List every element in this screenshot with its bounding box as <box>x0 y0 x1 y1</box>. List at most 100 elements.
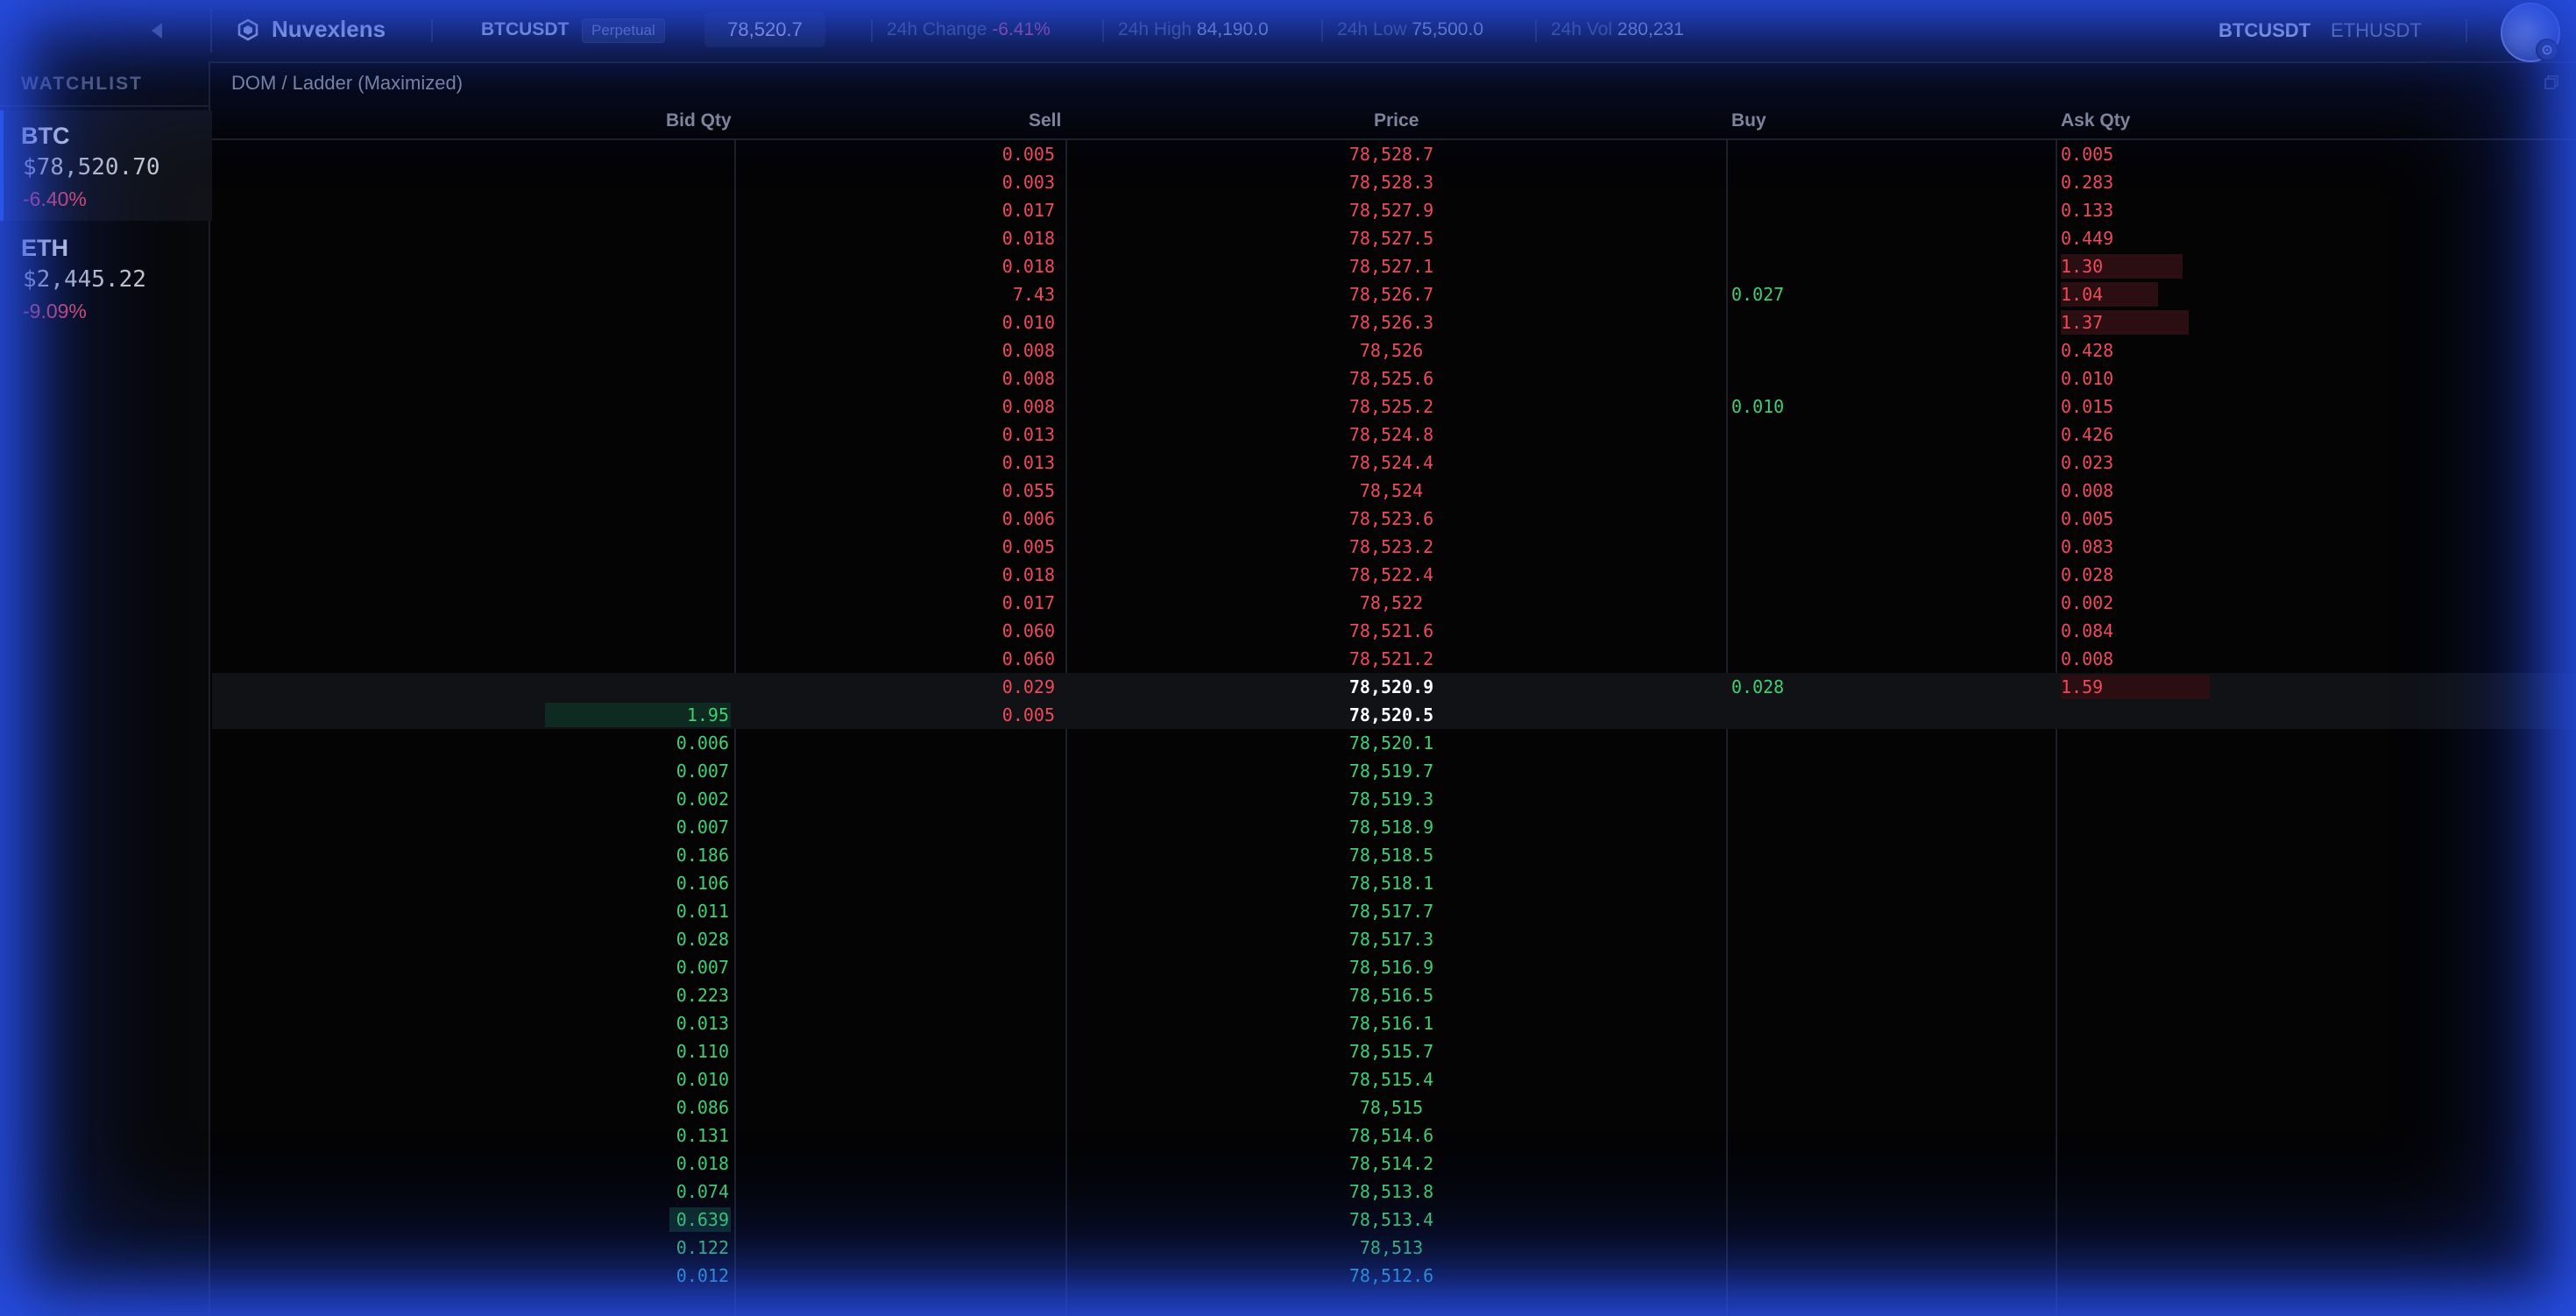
bid-qty-cell[interactable]: 0.131 <box>510 1121 729 1150</box>
ask-qty-cell[interactable]: 0.008 <box>2061 645 2551 673</box>
sell-cell[interactable]: 0.006 <box>738 505 1055 533</box>
price-cell[interactable]: 78,512.6 <box>1064 1262 1719 1290</box>
ask-qty-cell[interactable]: 1.04 <box>2061 280 2551 308</box>
column-header-price[interactable]: Price <box>1374 110 1419 131</box>
ladder-row[interactable]: 0.018 78,522.4 0.028 <box>212 561 2576 589</box>
column-header-ask-qty[interactable]: Ask Qty <box>2061 110 2130 131</box>
ladder-row[interactable]: 0.010 78,526.3 1.37 <box>212 308 2576 336</box>
bid-qty-cell[interactable]: 0.002 <box>510 785 729 813</box>
ladder-row[interactable]: 0.007 78,516.9 <box>212 953 2576 981</box>
price-cell[interactable]: 78,519.3 <box>1064 785 1719 813</box>
price-cell[interactable]: 78,524.8 <box>1064 421 1719 449</box>
price-cell[interactable]: 78,521.6 <box>1064 617 1719 645</box>
price-cell[interactable]: 78,517.7 <box>1064 897 1719 925</box>
price-cell[interactable]: 78,520.9 <box>1064 673 1719 701</box>
bid-qty-cell[interactable]: 0.028 <box>510 925 729 953</box>
price-cell[interactable]: 78,526 <box>1064 336 1719 364</box>
price-cell[interactable]: 78,523.6 <box>1064 505 1719 533</box>
watchlist-item-btc[interactable]: BTC $78,520.70 -6.40% <box>0 110 212 221</box>
ask-qty-cell[interactable]: 0.023 <box>2061 449 2551 477</box>
ladder-row[interactable]: 0.110 78,515.7 <box>212 1037 2576 1065</box>
bid-qty-cell[interactable]: 0.007 <box>510 813 729 841</box>
price-cell[interactable]: 78,522.4 <box>1064 561 1719 589</box>
sell-cell[interactable]: 0.013 <box>738 449 1055 477</box>
ladder-row[interactable]: 0.007 78,518.9 <box>212 813 2576 841</box>
price-cell[interactable]: 78,524.4 <box>1064 449 1719 477</box>
ladder-row[interactable]: 0.018 78,527.1 1.30 <box>212 252 2576 280</box>
ladder-row[interactable]: 0.002 78,519.3 <box>212 785 2576 813</box>
ask-qty-cell[interactable]: 0.283 <box>2061 168 2551 196</box>
price-cell[interactable]: 78,518.9 <box>1064 813 1719 841</box>
ladder-row[interactable]: 0.006 78,523.6 0.005 <box>212 505 2576 533</box>
ask-qty-cell[interactable]: 0.015 <box>2061 393 2551 421</box>
price-cell[interactable]: 78,527.9 <box>1064 196 1719 224</box>
column-header-sell[interactable]: Sell <box>1029 110 1061 131</box>
bid-qty-cell[interactable]: 0.007 <box>510 953 729 981</box>
price-cell[interactable]: 78,513 <box>1064 1234 1719 1262</box>
price-cell[interactable]: 78,517.3 <box>1064 925 1719 953</box>
ladder-row[interactable]: 0.029 78,520.9 0.028 1.59 <box>212 673 2576 701</box>
bid-qty-cell[interactable]: 0.018 <box>510 1150 729 1178</box>
price-cell[interactable]: 78,521.2 <box>1064 645 1719 673</box>
bid-qty-cell[interactable]: 0.012 <box>510 1262 729 1290</box>
price-cell[interactable]: 78,528.7 <box>1064 140 1719 168</box>
ladder-row[interactable]: 0.131 78,514.6 <box>212 1121 2576 1150</box>
ladder-row[interactable]: 0.008 78,526 0.428 <box>212 336 2576 364</box>
ladder-row[interactable]: 0.012 78,512.6 <box>212 1262 2576 1290</box>
ladder-row[interactable]: 0.018 78,514.2 <box>212 1150 2576 1178</box>
price-cell[interactable]: 78,513.8 <box>1064 1178 1719 1206</box>
price-cell[interactable]: 78,514.2 <box>1064 1150 1719 1178</box>
ask-qty-cell[interactable]: 1.37 <box>2061 308 2551 336</box>
bid-qty-cell[interactable]: 0.639 <box>510 1206 729 1234</box>
bid-qty-cell[interactable]: 0.086 <box>510 1093 729 1121</box>
ask-qty-cell[interactable]: 0.002 <box>2061 589 2551 617</box>
ladder-row[interactable]: 0.055 78,524 0.008 <box>212 477 2576 505</box>
ladder-row[interactable]: 0.060 78,521.2 0.008 <box>212 645 2576 673</box>
price-cell[interactable]: 78,526.7 <box>1064 280 1719 308</box>
ladder-row[interactable]: 0.003 78,528.3 0.283 <box>212 168 2576 196</box>
ask-qty-cell[interactable]: 0.028 <box>2061 561 2551 589</box>
sell-cell[interactable]: 0.060 <box>738 617 1055 645</box>
ladder-row[interactable]: 0.122 78,513 <box>212 1234 2576 1262</box>
ladder-row[interactable]: 0.010 78,515.4 <box>212 1065 2576 1093</box>
bid-qty-cell[interactable]: 0.110 <box>510 1037 729 1065</box>
bid-qty-cell[interactable]: 0.013 <box>510 1009 729 1037</box>
ask-qty-cell[interactable]: 1.30 <box>2061 252 2551 280</box>
sell-cell[interactable]: 0.017 <box>738 589 1055 617</box>
ask-qty-cell[interactable]: 0.133 <box>2061 196 2551 224</box>
buy-cell[interactable]: 0.028 <box>1731 673 2056 701</box>
price-cell[interactable]: 78,522 <box>1064 589 1719 617</box>
ladder-row[interactable]: 0.018 78,527.5 0.449 <box>212 224 2576 252</box>
column-header-bid-qty[interactable]: Bid Qty <box>666 110 732 131</box>
bid-qty-cell[interactable]: 0.223 <box>510 981 729 1009</box>
ladder-row[interactable]: 0.017 78,527.9 0.133 <box>212 196 2576 224</box>
ladder-row[interactable]: 0.008 78,525.6 0.010 <box>212 364 2576 393</box>
ladder-row[interactable]: 0.013 78,524.8 0.426 <box>212 421 2576 449</box>
buy-cell[interactable]: 0.027 <box>1731 280 2056 308</box>
price-cell[interactable]: 78,520.5 <box>1064 701 1719 729</box>
price-cell[interactable]: 78,519.7 <box>1064 757 1719 785</box>
price-cell[interactable]: 78,525.6 <box>1064 364 1719 393</box>
sell-cell[interactable]: 0.010 <box>738 308 1055 336</box>
price-cell[interactable]: 78,518.1 <box>1064 869 1719 897</box>
price-cell[interactable]: 78,515.4 <box>1064 1065 1719 1093</box>
sell-cell[interactable]: 0.060 <box>738 645 1055 673</box>
bid-qty-cell[interactable]: 1.95 <box>510 701 729 729</box>
ask-qty-cell[interactable]: 0.010 <box>2061 364 2551 393</box>
sell-cell[interactable]: 0.005 <box>738 533 1055 561</box>
sell-cell[interactable]: 0.029 <box>738 673 1055 701</box>
price-cell[interactable]: 78,524 <box>1064 477 1719 505</box>
ladder-row[interactable]: 0.223 78,516.5 <box>212 981 2576 1009</box>
ask-qty-cell[interactable]: 0.426 <box>2061 421 2551 449</box>
bid-qty-cell[interactable]: 0.106 <box>510 869 729 897</box>
buy-cell[interactable]: 0.010 <box>1731 393 2056 421</box>
ladder-row[interactable]: 0.013 78,524.4 0.023 <box>212 449 2576 477</box>
price-cell[interactable]: 78,518.5 <box>1064 841 1719 869</box>
tab-ethusdt[interactable]: ETHUSDT <box>2331 19 2422 42</box>
ladder-row[interactable]: 0.060 78,521.6 0.084 <box>212 617 2576 645</box>
sell-cell[interactable]: 0.003 <box>738 168 1055 196</box>
ladder-row[interactable]: 7.43 78,526.7 0.027 1.04 <box>212 280 2576 308</box>
sell-cell[interactable]: 0.008 <box>738 364 1055 393</box>
ladder-row[interactable]: 0.005 78,523.2 0.083 <box>212 533 2576 561</box>
ask-qty-cell[interactable]: 0.005 <box>2061 140 2551 168</box>
